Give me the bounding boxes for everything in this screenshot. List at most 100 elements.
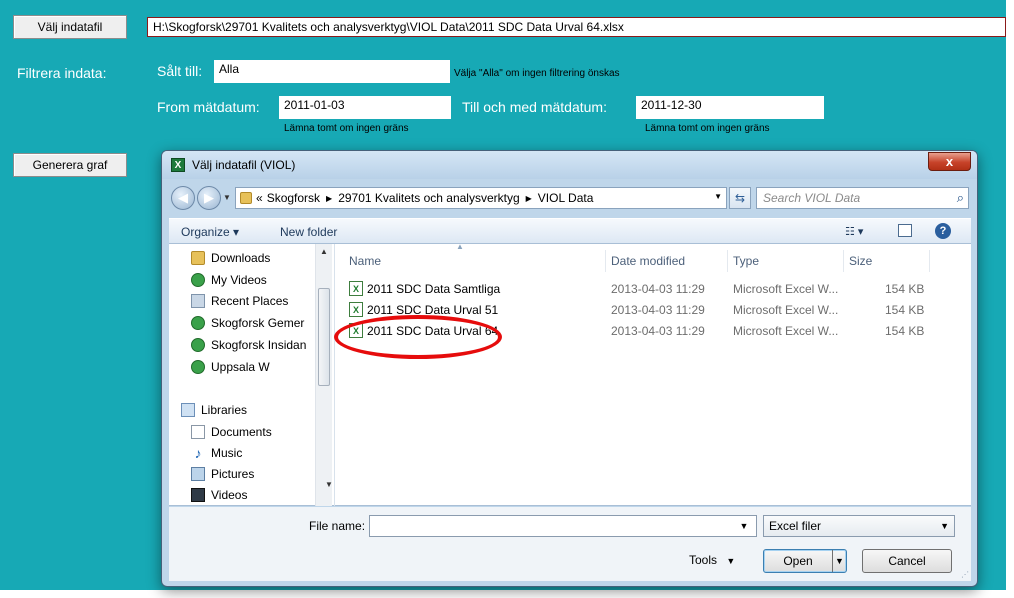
- to-date-field[interactable]: 2011-12-30: [636, 96, 824, 119]
- column-header-name[interactable]: Name: [349, 254, 381, 268]
- file-type: Microsoft Excel W...: [733, 303, 839, 317]
- view-icon: ☷ ▾: [845, 226, 864, 238]
- nav-item-pictures[interactable]: Pictures: [191, 464, 254, 483]
- scroll-up-icon[interactable]: ▲: [320, 247, 328, 256]
- close-icon: x: [945, 154, 954, 169]
- nav-scrollbar[interactable]: ▲ ▼: [315, 244, 333, 506]
- column-divider[interactable]: [605, 250, 606, 272]
- chevron-down-icon: ▼: [726, 556, 736, 566]
- nav-item-downloads[interactable]: Downloads: [191, 248, 270, 267]
- search-input[interactable]: Search VIOL Data ⌕: [756, 187, 969, 209]
- filter-label: Filtrera indata:: [17, 65, 107, 81]
- chevron-right-icon[interactable]: ▶: [526, 194, 532, 203]
- libraries-icon: [181, 402, 195, 417]
- file-size: 154 KB: [885, 303, 925, 317]
- recent-places-icon: [191, 293, 205, 308]
- nav-item-label: Skogforsk Gemer: [211, 315, 305, 330]
- nav-item-documents[interactable]: Documents: [191, 422, 272, 441]
- search-icon[interactable]: ⌕: [957, 190, 964, 206]
- network-share-icon: [191, 337, 205, 352]
- column-divider[interactable]: [727, 250, 728, 272]
- nav-scrollbar-thumb[interactable]: [318, 288, 330, 386]
- pictures-icon: [191, 466, 205, 481]
- nav-item-music[interactable]: ♪ Music: [191, 443, 243, 462]
- help-button[interactable]: ?: [935, 223, 951, 239]
- column-divider[interactable]: [929, 250, 930, 272]
- open-button[interactable]: Open ▼: [763, 549, 847, 573]
- file-type-filter-value: Excel filer: [769, 519, 822, 533]
- file-size: 154 KB: [885, 282, 925, 296]
- excel-file-icon: X: [349, 302, 363, 317]
- tools-menu[interactable]: Tools ▼: [689, 553, 735, 567]
- nav-item-videos[interactable]: Videos: [191, 485, 247, 504]
- nav-item-skogforsk-insidan[interactable]: Skogforsk Insidan: [191, 335, 306, 354]
- downloads-folder-icon: [191, 250, 205, 265]
- from-date-hint: Lämna tomt om ingen gräns: [284, 123, 409, 134]
- breadcrumb-overflow[interactable]: «: [256, 191, 263, 205]
- nav-item-label: Skogforsk Insidan: [211, 337, 307, 352]
- file-name-input[interactable]: [369, 515, 757, 537]
- network-share-icon: [191, 315, 205, 330]
- organize-menu[interactable]: Organize ▾: [181, 225, 239, 239]
- chevron-down-icon[interactable]: ▼: [714, 192, 722, 201]
- search-placeholder: Search VIOL Data: [763, 191, 861, 205]
- breadcrumb-analysverktyg[interactable]: 29701 Kvalitets och analysverktyg: [338, 191, 519, 205]
- generate-graph-button[interactable]: Generera graf: [13, 153, 127, 177]
- cancel-button[interactable]: Cancel: [862, 549, 952, 573]
- nav-item-label: Recent Places: [211, 293, 289, 308]
- select-input-file-button[interactable]: Välj indatafil: [13, 15, 127, 39]
- preview-pane-button[interactable]: [898, 224, 912, 237]
- open-options-dropdown[interactable]: ▼: [832, 550, 846, 572]
- dialog-toolbar: Organize ▾ New folder ☷ ▾ ?: [169, 218, 971, 244]
- file-path-field[interactable]: H:\Skogforsk\29701 Kvalitets och analysv…: [147, 17, 1006, 37]
- navigation-bar: ◀ ▶ ▼ « Skogforsk ▶ 29701 Kvalitets och …: [169, 185, 971, 211]
- column-header-type[interactable]: Type: [733, 254, 759, 268]
- close-button[interactable]: x: [928, 152, 971, 171]
- nav-item-label: Downloads: [211, 250, 271, 265]
- file-type-filter-select[interactable]: Excel filer ▼: [763, 515, 955, 537]
- refresh-icon: ⇆: [734, 191, 746, 205]
- nav-item-label: Documents: [211, 424, 272, 439]
- breadcrumb-skogforsk[interactable]: Skogforsk: [267, 191, 320, 205]
- arrow-right-icon: ▶: [204, 190, 214, 205]
- back-button[interactable]: ◀: [171, 186, 195, 210]
- network-share-icon: [191, 272, 205, 287]
- view-options-button[interactable]: ☷ ▾: [845, 225, 863, 238]
- dialog-body: Downloads My Videos Recent Places Skogfo…: [169, 242, 971, 506]
- column-header-date[interactable]: Date modified: [611, 254, 685, 268]
- file-list: ▲ Name Date modified Type Size X 2011 SD…: [337, 242, 971, 506]
- column-divider[interactable]: [843, 250, 844, 272]
- scroll-down-icon[interactable]: ▼: [325, 480, 333, 489]
- chevron-down-icon[interactable]: ▼: [737, 516, 751, 536]
- file-type: Microsoft Excel W...: [733, 324, 839, 338]
- dialog-title: Välj indatafil (VIOL): [192, 158, 296, 172]
- excel-file-icon: X: [349, 281, 363, 296]
- excel-icon: X: [171, 158, 185, 172]
- nav-item-uppsala-w[interactable]: Uppsala W: [191, 357, 270, 376]
- forward-button[interactable]: ▶: [197, 186, 221, 210]
- nav-item-recent-places[interactable]: Recent Places: [191, 291, 288, 310]
- network-share-icon: [191, 359, 205, 374]
- file-row[interactable]: X 2011 SDC Data Samtliga 2013-04-03 11:2…: [345, 279, 945, 299]
- open-label: Open: [783, 554, 813, 568]
- chevron-right-icon[interactable]: ▶: [326, 194, 332, 203]
- file-name: 2011 SDC Data Samtliga: [367, 282, 501, 296]
- sold-to-field[interactable]: Alla: [214, 60, 450, 83]
- refresh-button[interactable]: ⇆: [729, 187, 751, 209]
- breadcrumb-viol-data[interactable]: VIOL Data: [538, 191, 594, 205]
- recent-locations-dropdown[interactable]: ▼: [223, 193, 231, 202]
- nav-item-libraries[interactable]: Libraries: [181, 400, 247, 419]
- tools-label: Tools: [689, 553, 718, 567]
- file-date: 2013-04-03 11:29: [611, 303, 705, 317]
- file-size: 154 KB: [885, 324, 925, 338]
- sort-ascending-icon: ▲: [456, 242, 464, 251]
- dialog-titlebar[interactable]: X Välj indatafil (VIOL) x: [162, 151, 977, 179]
- new-folder-button[interactable]: New folder: [280, 225, 337, 239]
- nav-item-skogforsk-gemensam[interactable]: Skogforsk Gemer: [191, 313, 304, 332]
- from-date-field[interactable]: 2011-01-03: [279, 96, 451, 119]
- resize-grip-icon[interactable]: ⋰: [961, 570, 969, 579]
- column-header-size[interactable]: Size: [849, 254, 872, 268]
- chevron-down-icon: ▼: [940, 521, 949, 531]
- nav-item-my-videos[interactable]: My Videos: [191, 270, 267, 289]
- address-bar[interactable]: « Skogforsk ▶ 29701 Kvalitets och analys…: [235, 187, 727, 209]
